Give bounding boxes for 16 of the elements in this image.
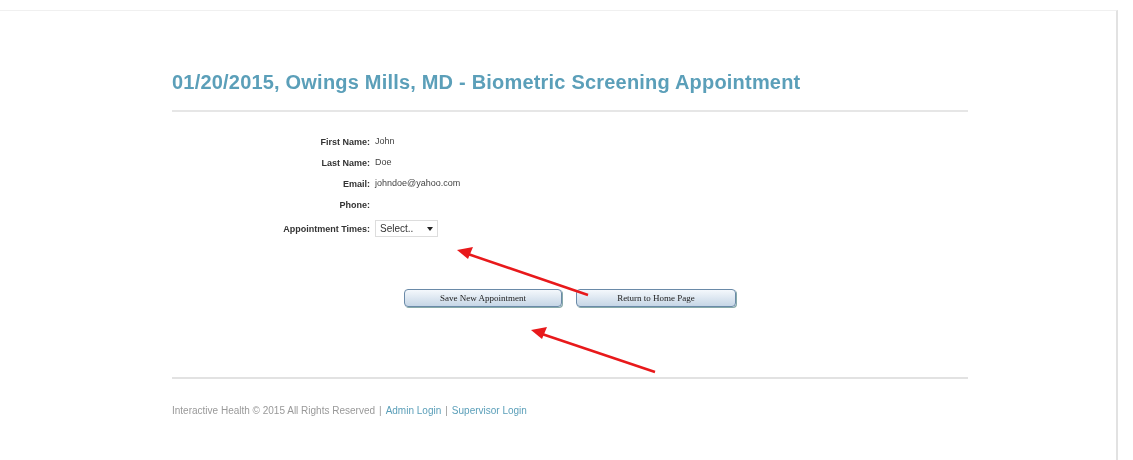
field-value: johndoe@yahoo.com bbox=[375, 178, 461, 189]
field-label: Last Name: bbox=[321, 157, 370, 168]
page-title: 01/20/2015, Owings Mills, MD - Biometric Screening Appointment bbox=[172, 71, 968, 112]
caret-icon bbox=[427, 226, 434, 231]
field-value: Doe bbox=[375, 157, 392, 168]
separator: | bbox=[445, 405, 448, 416]
copyright-text: Interactive Health © 2015 All Rights Reserved bbox=[172, 405, 376, 416]
field-label: Appointment Times: bbox=[283, 223, 370, 234]
field-label: Email: bbox=[343, 178, 370, 189]
save-button[interactable]: Save New Appointment bbox=[404, 289, 562, 307]
field-value: John bbox=[375, 136, 395, 147]
appointment-times-dropdown[interactable]: Select.. bbox=[375, 220, 439, 237]
field-label: Phone: bbox=[339, 199, 370, 210]
separator: | bbox=[379, 405, 382, 416]
home-button[interactable]: Return to Home Page bbox=[576, 289, 736, 307]
field-label: First Name: bbox=[320, 136, 370, 147]
